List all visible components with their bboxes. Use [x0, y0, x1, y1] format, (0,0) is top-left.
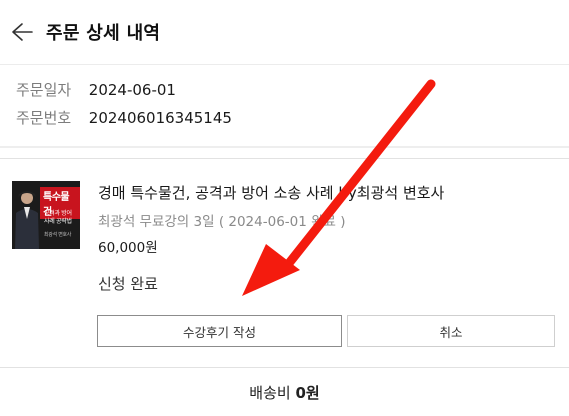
- thumbnail-line: 최광석 변호사: [44, 232, 72, 238]
- section-divider: [0, 146, 569, 148]
- product-title[interactable]: 경매 특수물건, 공격과 방어 소송 사례 by최광석 변호사: [98, 182, 444, 203]
- shipping-fee: 배송비 0원: [0, 382, 569, 403]
- thumbnail-line: 사례 공략법: [44, 218, 72, 225]
- product-price: 60,000원: [98, 240, 158, 256]
- cancel-button[interactable]: 취소: [347, 315, 555, 347]
- order-number-value: 202406016345145: [88, 109, 232, 127]
- section-divider: [0, 158, 569, 159]
- shipping-label: 배송비: [249, 384, 291, 402]
- arrow-left-icon: [12, 23, 33, 41]
- write-review-button[interactable]: 수강후기 작성: [97, 315, 342, 347]
- section-divider: [0, 367, 569, 368]
- page-title: 주문 상세 내역: [46, 23, 161, 44]
- order-status: 신청 완료: [98, 275, 158, 293]
- top-bar: 주문 상세 내역: [0, 0, 569, 65]
- order-number-label: 주문번호: [16, 109, 72, 127]
- back-button[interactable]: [6, 16, 38, 48]
- shipping-value: 0원: [295, 384, 320, 402]
- product-thumbnail[interactable]: 특수물건 공격과 방어 사례 공략법 최광석 변호사: [12, 181, 80, 249]
- order-date-label: 주문일자: [16, 81, 72, 99]
- product-subtitle: 최광석 무료강의 3일 ( 2024-06-01 완료 ): [98, 214, 346, 230]
- order-date-value: 2024-06-01: [88, 81, 176, 99]
- order-number-row: 주문번호 202406016345145: [16, 107, 232, 128]
- lecturer-photo: [15, 191, 39, 249]
- order-date-row: 주문일자 2024-06-01: [16, 79, 176, 100]
